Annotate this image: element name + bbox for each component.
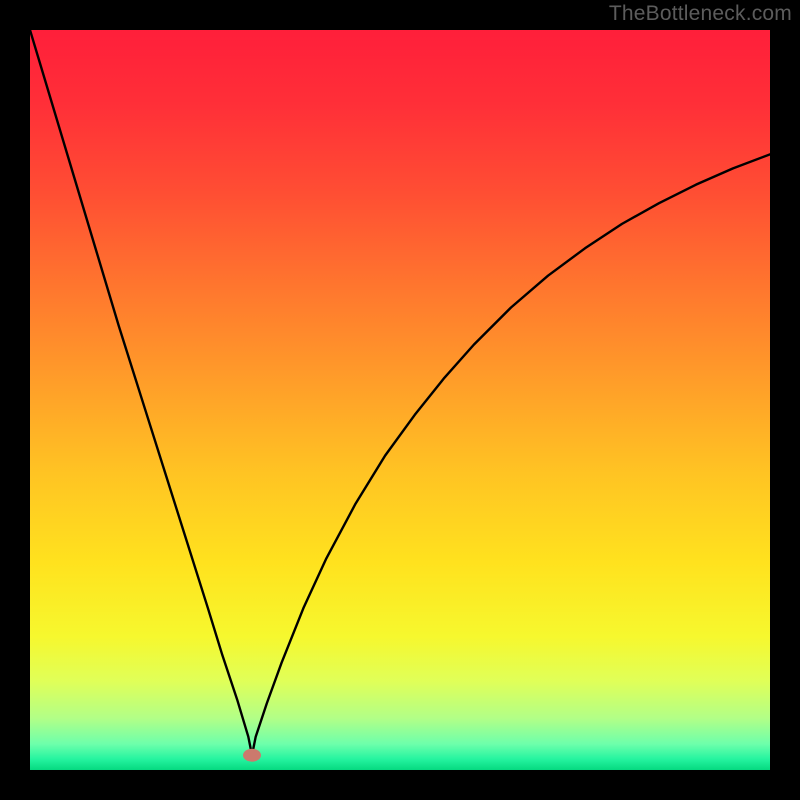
bottleneck-chart bbox=[30, 30, 770, 770]
plot-area bbox=[30, 30, 770, 770]
chart-container: TheBottleneck.com bbox=[0, 0, 800, 800]
watermark-label: TheBottleneck.com bbox=[609, 2, 792, 26]
optimum-marker bbox=[243, 749, 261, 762]
